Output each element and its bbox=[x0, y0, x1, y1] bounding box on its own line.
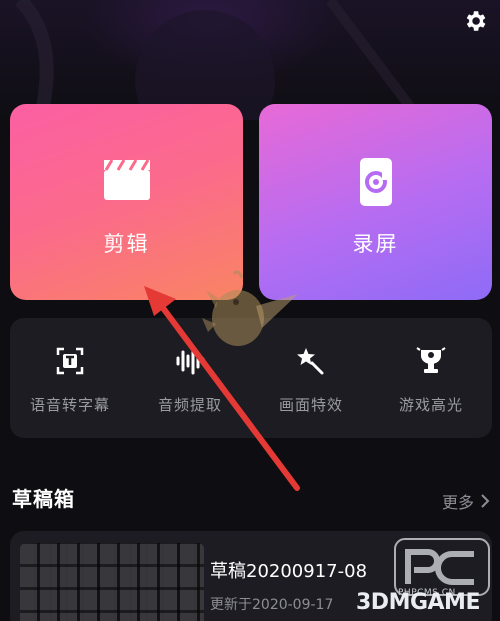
draft-thumbnail bbox=[20, 543, 204, 621]
tool-label: 游戏高光 bbox=[398, 396, 463, 414]
trophy-icon bbox=[416, 346, 446, 376]
header-background bbox=[0, 0, 500, 120]
clapperboard-icon bbox=[102, 156, 152, 206]
drafts-more-link[interactable]: 更多 bbox=[442, 489, 490, 513]
screen-record-label: 录屏 bbox=[352, 232, 399, 256]
settings-gear-icon[interactable] bbox=[462, 8, 488, 34]
mascot-watermark-icon bbox=[198, 268, 304, 354]
tool-speech-to-subtitle[interactable]: 语音转字幕 bbox=[10, 318, 130, 438]
more-label: 更多 bbox=[441, 493, 474, 512]
tool-label: 语音转字幕 bbox=[29, 396, 110, 414]
drafts-section-title: 草稿箱 bbox=[12, 487, 75, 511]
draft-updated-time: 更新于2020-09-17 bbox=[210, 597, 334, 613]
chevron-right-icon bbox=[481, 494, 490, 508]
tool-game-highlight[interactable]: 游戏高光 bbox=[371, 318, 491, 438]
text-recognize-icon bbox=[55, 346, 85, 376]
tool-label: 音频提取 bbox=[157, 396, 222, 414]
draft-name: 草稿20200917-08 bbox=[210, 561, 368, 582]
watermark-3dmgame: 3DMGAME bbox=[356, 590, 480, 615]
tool-label: 画面特效 bbox=[278, 396, 343, 414]
screen-record-icon bbox=[358, 156, 394, 212]
edit-label: 剪辑 bbox=[103, 232, 150, 256]
